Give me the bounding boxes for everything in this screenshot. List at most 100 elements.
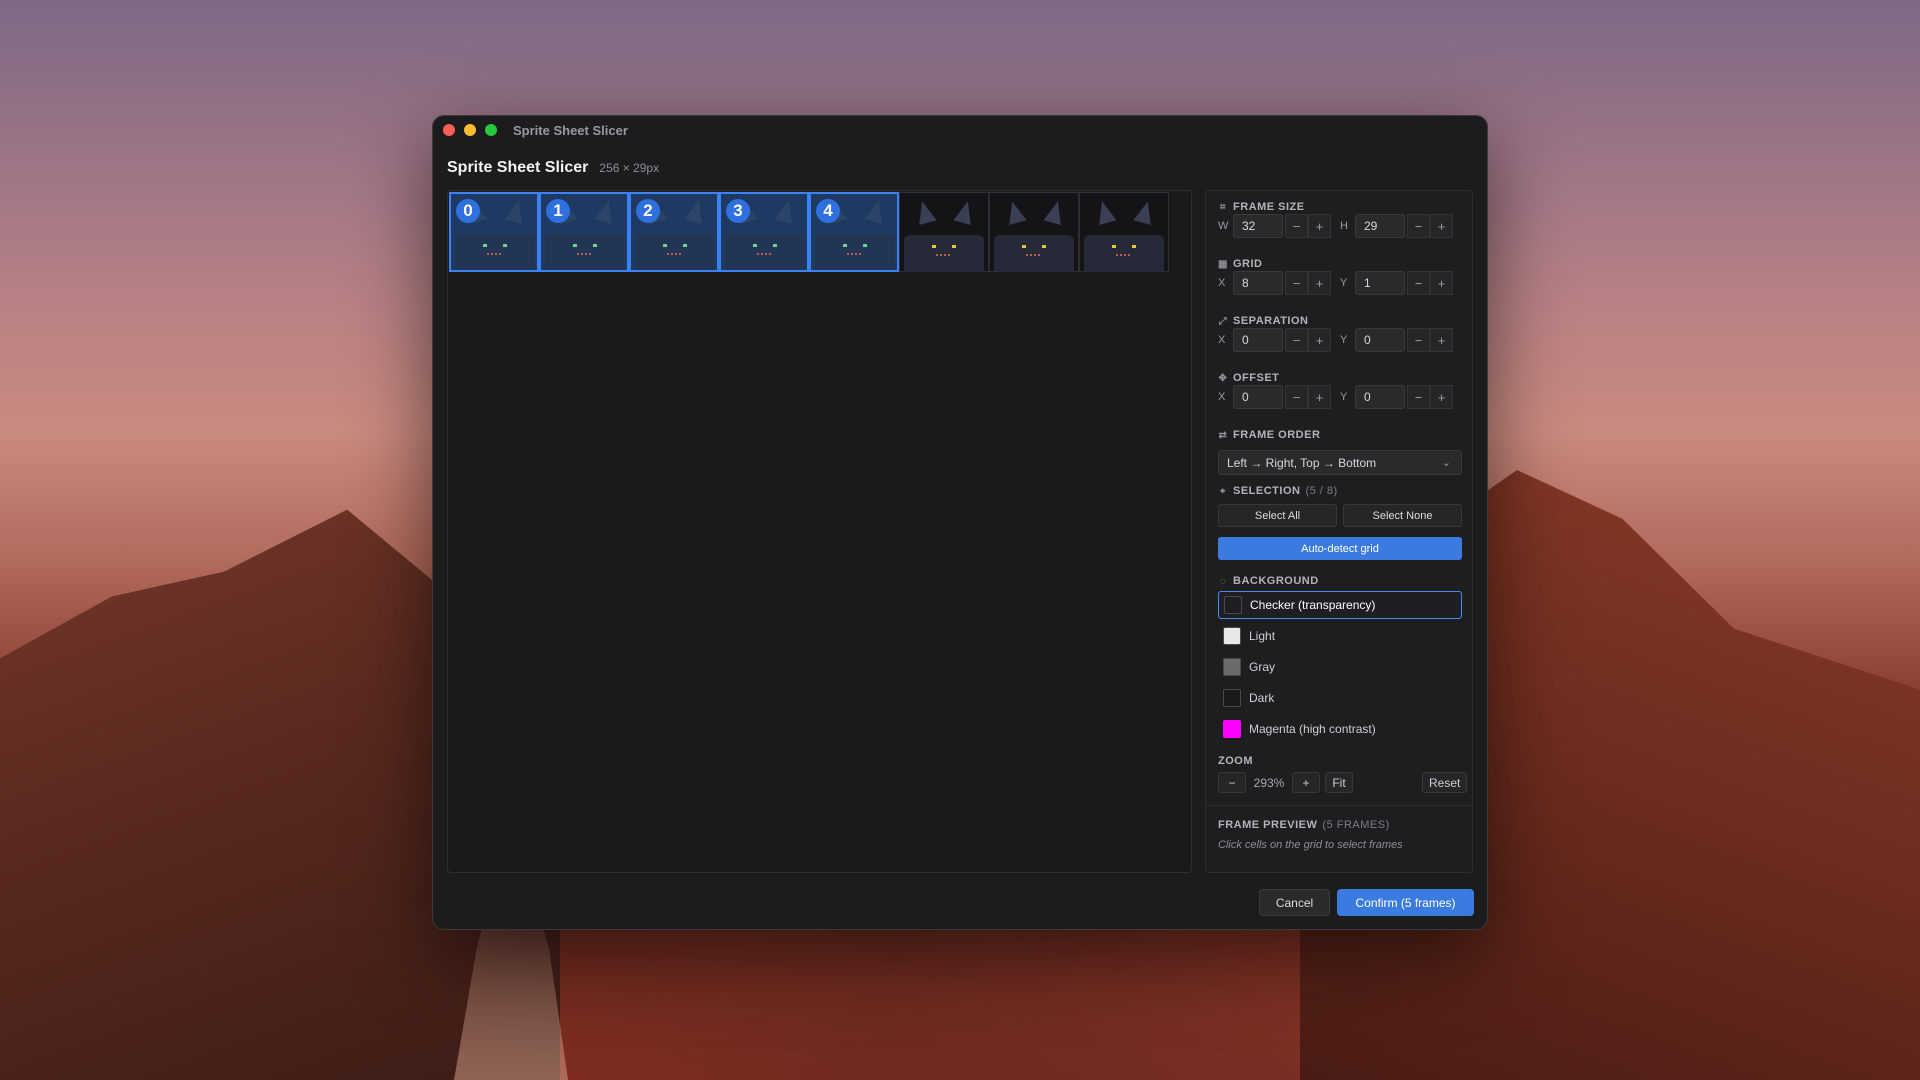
background-option-checker[interactable]: Checker (transparency) [1218, 591, 1462, 619]
grid-x-input[interactable]: 8 [1233, 271, 1283, 295]
maximize-window-button[interactable] [485, 124, 497, 136]
decrement-button[interactable]: − [1407, 214, 1430, 238]
decrement-button[interactable]: − [1407, 328, 1430, 352]
background-option-label: Dark [1249, 691, 1275, 705]
select-none-button[interactable]: Select None [1343, 504, 1462, 527]
decrement-button[interactable]: − [1285, 214, 1308, 238]
grid-y-input[interactable]: 1 [1355, 271, 1405, 295]
sprite-cell[interactable]: 2 [629, 192, 719, 272]
traffic-lights [443, 124, 497, 136]
cancel-button[interactable]: Cancel [1259, 889, 1330, 916]
zoom-out-button[interactable]: − [1218, 772, 1246, 793]
separation-x-input[interactable]: 0 [1233, 328, 1283, 352]
decrement-button[interactable]: − [1285, 328, 1308, 352]
background-option-dark[interactable]: Dark [1218, 684, 1462, 712]
axis-label: W [1218, 220, 1229, 232]
decrement-button[interactable]: − [1407, 385, 1430, 409]
axis-label: Y [1340, 334, 1348, 346]
frame-index-badge: 2 [636, 199, 660, 223]
axis-label: Y [1340, 391, 1348, 403]
sprite-frame-image [1080, 195, 1168, 271]
minimize-window-button[interactable] [464, 124, 476, 136]
offset-y-input[interactable]: 0 [1355, 385, 1405, 409]
zoom-level: 293% [1253, 775, 1285, 790]
frame-index-badge: 4 [816, 199, 840, 223]
selection-buttons: Select All Select None [1218, 504, 1462, 527]
sprite-cell[interactable]: 3 [719, 192, 809, 272]
background-option-label: Light [1249, 629, 1276, 643]
resize-icon: ⤢ [1218, 315, 1228, 327]
frame-index-badge: 1 [546, 199, 570, 223]
dialog-header: Sprite Sheet Slicer 256 × 29px [447, 159, 659, 177]
grid-x-stepper: − + [1285, 271, 1331, 295]
frame-width-input[interactable]: 32 [1233, 214, 1283, 238]
sprite-canvas[interactable]: 0 1 2 3 4 [447, 190, 1192, 873]
frame-width-stepper: − + [1285, 214, 1331, 238]
selection-label: ⌖ SELECTION (5 / 8) [1219, 485, 1338, 497]
separation-x-stepper: − + [1285, 328, 1331, 352]
sprite-cell[interactable] [1079, 192, 1169, 272]
close-window-button[interactable] [443, 124, 455, 136]
grid-row: X 8 − + Y 1 − + [1218, 271, 1453, 295]
frame-index-badge: 0 [456, 199, 480, 223]
separation-label: ⤢ SEPARATION [1218, 315, 1309, 327]
increment-button[interactable]: + [1308, 271, 1331, 295]
panel-divider [1206, 805, 1472, 806]
axis-label: X [1218, 277, 1226, 289]
sprite-cell[interactable] [899, 192, 989, 272]
grid-icon: ▦ [1218, 258, 1228, 270]
decrement-button[interactable]: − [1407, 271, 1430, 295]
separation-y-input[interactable]: 0 [1355, 328, 1405, 352]
frame-order-select[interactable]: Left → Right, Top → Bottom ⌄ [1218, 450, 1462, 475]
app-window: Sprite Sheet Slicer Sprite Sheet Slicer … [432, 115, 1488, 930]
increment-button[interactable]: + [1308, 214, 1331, 238]
increment-button[interactable]: + [1430, 271, 1453, 295]
zoom-reset-button[interactable]: Reset [1422, 772, 1468, 793]
zoom-in-button[interactable]: + [1292, 772, 1320, 793]
auto-detect-grid-button[interactable]: Auto-detect grid [1218, 537, 1462, 560]
offset-label: ✥ OFFSET [1218, 372, 1280, 384]
decrement-button[interactable]: − [1285, 385, 1308, 409]
background-option-magenta[interactable]: Magenta (high contrast) [1218, 715, 1462, 743]
increment-button[interactable]: + [1308, 385, 1331, 409]
titlebar: Sprite Sheet Slicer [433, 116, 1487, 144]
background-option-light[interactable]: Light [1218, 622, 1462, 650]
settings-panel: ⌗ FRAME SIZE W 32 − + H 29 − + ▦ GRID X … [1205, 190, 1473, 873]
sprite-frame-image [990, 195, 1078, 271]
sprite-cell[interactable]: 1 [539, 192, 629, 272]
axis-label: H [1340, 220, 1348, 232]
confirm-button[interactable]: Confirm (5 frames) [1337, 889, 1474, 916]
background-option-label: Magenta (high contrast) [1249, 722, 1376, 736]
frame-order-value: Left → Right, Top → Bottom [1227, 455, 1377, 470]
swatch-dark [1223, 689, 1241, 707]
increment-button[interactable]: + [1308, 328, 1331, 352]
zoom-label: ZOOM [1218, 755, 1253, 767]
decrement-button[interactable]: − [1285, 271, 1308, 295]
dialog-title: Sprite Sheet Slicer [447, 159, 589, 176]
increment-button[interactable]: + [1430, 214, 1453, 238]
offset-x-input[interactable]: 0 [1233, 385, 1283, 409]
background-label: ◌ BACKGROUND [1219, 575, 1319, 587]
sprite-cell[interactable] [989, 192, 1079, 272]
axis-label: Y [1340, 277, 1348, 289]
select-all-button[interactable]: Select All [1218, 504, 1337, 527]
offset-row: X 0 − + Y 0 − + [1218, 385, 1453, 409]
zoom-fit-button[interactable]: Fit [1325, 772, 1353, 793]
background-option-gray[interactable]: Gray [1218, 653, 1462, 681]
increment-button[interactable]: + [1430, 385, 1453, 409]
frame-height-input[interactable]: 29 [1355, 214, 1405, 238]
swatch-light [1223, 627, 1241, 645]
increment-button[interactable]: + [1430, 328, 1453, 352]
background-option-label: Gray [1249, 660, 1276, 674]
frame-preview-count: (5 FRAMES) [1322, 819, 1390, 831]
sprite-strip: 0 1 2 3 4 [449, 192, 1169, 272]
window-title: Sprite Sheet Slicer [513, 122, 628, 138]
swap-icon: ⇄ [1218, 429, 1228, 441]
sprite-cell[interactable]: 0 [449, 192, 539, 272]
frame-index-badge: 3 [726, 199, 750, 223]
sprite-cell[interactable]: 4 [809, 192, 899, 272]
grid-y-stepper: − + [1407, 271, 1453, 295]
zoom-controls: − 293% + Fit Reset [1218, 772, 1468, 793]
swatch-checker [1224, 596, 1242, 614]
frame-order-label: ⇄ FRAME ORDER [1218, 429, 1321, 441]
